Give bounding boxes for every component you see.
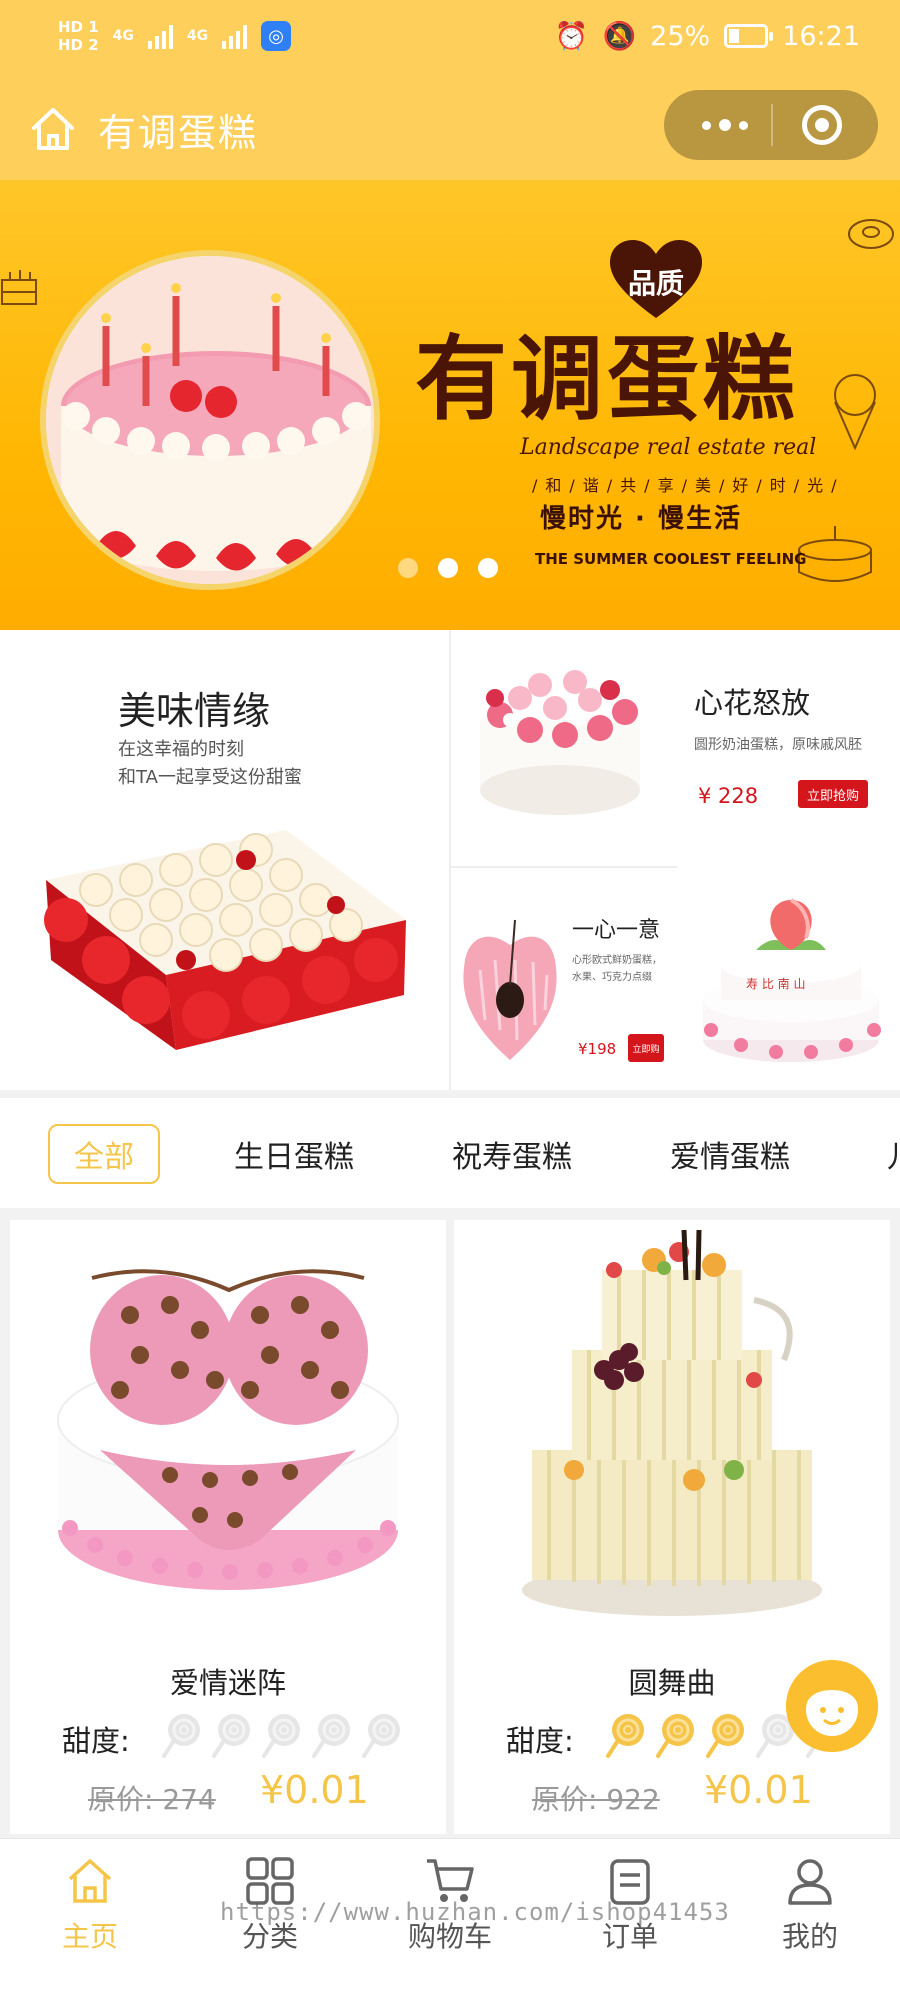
tabbar-item-me[interactable]: 我的 <box>750 1855 870 1995</box>
app-notification-icon: ◎ <box>261 21 292 51</box>
signal-icon <box>147 23 173 49</box>
promo-divider-vertical <box>449 630 451 1090</box>
lollipop-icon-filled <box>654 1712 696 1758</box>
donut-doodle-icon <box>848 219 894 249</box>
promo-right-top-title: 心花怒放 <box>694 686 811 720</box>
status-bar: HD 1 HD 2 4G 4G ◎ ⏰ 🔕 25% 16:21 <box>0 0 900 80</box>
more-icon[interactable] <box>692 90 758 160</box>
lollipop-icon-filled <box>704 1712 746 1758</box>
tab-birthday-cake[interactable]: 生日蛋糕 <box>228 1124 360 1184</box>
category-tabs: 全部 生日蛋糕 祝寿蛋糕 爱情蛋糕 儿 <box>0 1098 900 1208</box>
nav-bar: 有调蛋糕 <box>0 90 900 180</box>
promo-small-price: ¥198 <box>578 1040 617 1058</box>
watermark-text: https://www.huzhan.com/ishop41453 <box>220 1898 730 1926</box>
product-name: 爱情迷阵 <box>169 1666 286 1700</box>
user-icon <box>788 1859 832 1905</box>
lollipop-icon-filled <box>604 1712 646 1758</box>
quality-label: 品质 <box>627 267 684 300</box>
promo-right-top-desc: 圆形奶油蛋糕，原味戚风胚 <box>694 737 862 753</box>
miniprogram-capsule <box>664 90 878 160</box>
heart-cake-image <box>463 919 557 1060</box>
tab-all[interactable]: 全部 <box>48 1124 160 1184</box>
sweetness-label: 甜度: <box>506 1724 574 1758</box>
sweetness-label: 甜度: <box>62 1724 130 1758</box>
lollipop-icon-empty <box>360 1712 402 1758</box>
buy-small-button[interactable]: 立即购 <box>628 1034 664 1062</box>
tabbar-label: 主页 <box>61 1920 118 1953</box>
product-image <box>10 1220 446 1640</box>
status-left: HD 1 HD 2 4G 4G ◎ <box>58 18 292 54</box>
battery-icon <box>724 24 774 48</box>
longevity-peach-cake-image[interactable]: 寿 比 南 山 <box>696 880 886 1070</box>
hd1-label: HD 1 <box>58 18 99 36</box>
original-price: 原价: 922 <box>532 1783 660 1816</box>
sweetness-rating <box>160 1712 402 1758</box>
lollipop-icon-empty <box>260 1712 302 1758</box>
tab-kids-cake[interactable]: 儿 <box>882 1124 900 1184</box>
banner-carousel[interactable]: 品质 有调蛋糕 Landscape real estate real /和/谐/… <box>0 180 900 630</box>
page-title: 有调蛋糕 <box>98 111 259 155</box>
original-price: 原价: 274 <box>88 1783 216 1816</box>
promo-main-line1: 在这幸福的时刻 <box>118 739 244 760</box>
hd2-label: HD 2 <box>58 36 99 54</box>
alarm-icon: ⏰ <box>554 21 589 52</box>
clock: 16:21 <box>782 20 860 52</box>
cake-doodle-icon <box>1 270 37 305</box>
promo-divider-horizontal <box>451 866 677 868</box>
cake-doodle-icon-2 <box>798 526 872 582</box>
tab-love-cake[interactable]: 爱情蛋糕 <box>664 1124 796 1184</box>
banner-tagline-small: /和/谐/共/享/美/好/时/光/ <box>532 476 845 495</box>
product-image <box>454 1220 890 1640</box>
rose-round-cake-image <box>480 670 640 815</box>
promo-small-title: 一心一意 <box>572 918 661 943</box>
banner-tagline: 慢时光 · 慢生活 <box>540 504 742 534</box>
banner-script-text: Landscape real estate real <box>520 435 817 460</box>
home-icon[interactable] <box>28 104 78 154</box>
banner-cake-image <box>40 250 380 590</box>
carousel-dot-2[interactable] <box>438 558 458 578</box>
customer-service-icon[interactable] <box>786 1660 878 1752</box>
promo-small-desc: 心形欧式鲜奶蛋糕，水果、巧克力点缀 <box>572 955 662 983</box>
promo-right-top-price: ¥ 228 <box>698 784 759 808</box>
lollipop-icon-empty <box>210 1712 252 1758</box>
network-label-2: 4G <box>186 28 209 44</box>
carousel-dot-3[interactable] <box>478 558 498 578</box>
carousel-indicators <box>398 558 498 578</box>
ice-cream-doodle-icon <box>834 374 876 450</box>
promo-grid: 美味情缘 在这幸福的时刻 和TA一起享受这份甜蜜 心花怒放 圆形奶油蛋糕，原味戚… <box>0 630 900 1090</box>
tabbar-item-home[interactable]: 主页 <box>30 1855 150 1995</box>
sale-price: ¥0.01 <box>260 1768 369 1812</box>
tab-longevity-cake[interactable]: 祝寿蛋糕 <box>446 1124 578 1184</box>
header-bar: HD 1 HD 2 4G 4G ◎ ⏰ 🔕 25% 16:21 有调蛋糕 <box>0 0 900 180</box>
svg-text:寿 比 南 山: 寿 比 南 山 <box>746 976 805 991</box>
tabbar-label: 我的 <box>781 1920 838 1953</box>
close-miniprogram-icon[interactable] <box>802 105 842 145</box>
lollipop-icon-empty <box>310 1712 352 1758</box>
carousel-dot-1[interactable] <box>398 558 418 578</box>
signal-icon-2 <box>222 23 248 49</box>
product-card[interactable]: 爱情迷阵 甜度: 原价: 274 ¥0.01 <box>10 1220 446 1834</box>
promo-main-subtitle: 在这幸福的时刻 和TA一起享受这份甜蜜 <box>118 736 302 792</box>
app-screen: HD 1 HD 2 4G 4G ◎ ⏰ 🔕 25% 16:21 有调蛋糕 品质 … <box>0 0 900 2000</box>
banner-title: 有调蛋糕 <box>415 325 800 433</box>
sim-labels: HD 1 HD 2 <box>58 18 99 54</box>
capsule-divider <box>771 104 773 146</box>
rose-cake-image <box>44 830 406 1050</box>
promo-main-line2: 和TA一起享受这份甜蜜 <box>118 767 302 788</box>
lollipop-icon-empty <box>160 1712 202 1758</box>
sale-price: ¥0.01 <box>704 1768 813 1812</box>
promo-main-title: 美味情缘 <box>118 689 271 733</box>
network-label-1: 4G <box>112 28 134 44</box>
home-icon <box>68 1859 112 1903</box>
battery-percent: 25% <box>650 20 711 52</box>
status-right: ⏰ 🔕 25% 16:21 <box>554 20 860 53</box>
banner-footer: THE SUMMER COOLEST FEELING <box>535 550 807 568</box>
mute-icon: 🔕 <box>602 21 637 52</box>
buy-now-button[interactable]: 立即抢购 <box>798 780 868 808</box>
